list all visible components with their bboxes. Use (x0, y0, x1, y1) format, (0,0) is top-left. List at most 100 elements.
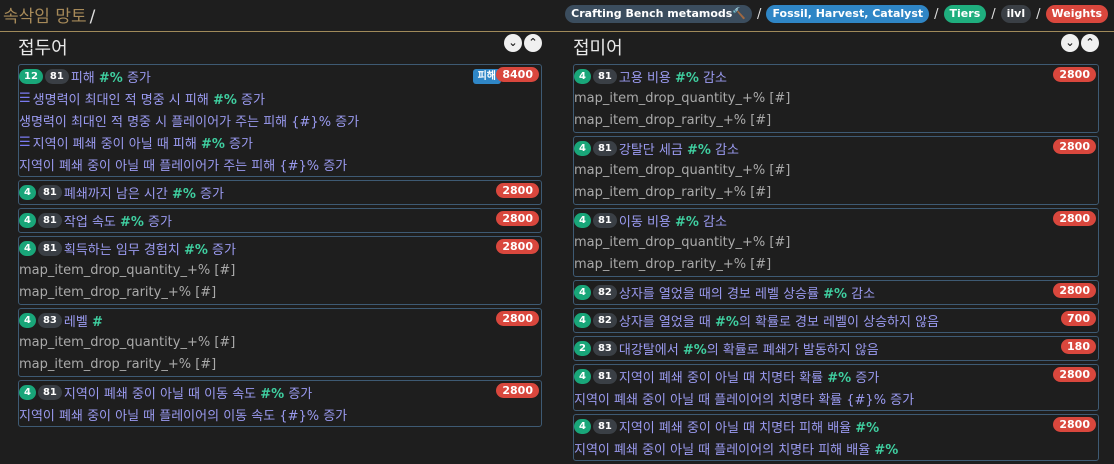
breadcrumb-gray-pill[interactable]: Crafting Bench metamods🔨 (565, 5, 753, 23)
mod-text: map_item_drop_rarity_+% [#] (19, 357, 216, 372)
expand-all-button[interactable]: ⌃ (1081, 34, 1099, 52)
mod-text: map_item_drop_rarity_+% [#] (19, 285, 216, 300)
mod-line: 지역이 폐쇄 중이 아닐 때 플레이어의 이동 속도 {#}% 증가 (19, 403, 541, 425)
mod-card[interactable]: 2 83 대강탈에서 #%의 확률로 폐쇄가 발동하지 않음 180 (573, 336, 1099, 361)
mod-line: 4 81 고용 비용 #% 감소 (574, 65, 1098, 87)
tier-badge: 4 (574, 68, 591, 84)
mod-text-pre: 지역이 폐쇄 중이 아닐 때 피해 (32, 136, 201, 152)
mod-text-pre: 작업 속도 (63, 214, 120, 230)
mod-text: 고용 비용 #% 감소 (619, 67, 727, 86)
mod-text-post: 의 확률로 폐쇄가 발동하지 않음 (706, 342, 879, 358)
ilvl-badge: 81 (592, 68, 617, 84)
mod-line: 12 81 피해 #% 증가 (19, 65, 541, 87)
mod-line: map_item_drop_quantity_+% [#] (574, 159, 1098, 181)
mod-text-pre: 대강탈에서 (618, 342, 683, 358)
mod-card[interactable]: 4 81 고용 비용 #% 감소 map_item_drop_quantity_+% … (573, 64, 1099, 133)
mod-text-pre: 고용 비용 (618, 70, 675, 86)
mod-line: 4 81 폐쇄까지 남은 시간 #% 증가 (19, 181, 541, 203)
tier-badge: 4 (574, 418, 591, 434)
mod-text: map_item_drop_quantity_+% [#] (574, 235, 790, 250)
weight-badge: 2800 (1053, 67, 1096, 82)
expand-all-button[interactable]: ⌃ (524, 34, 542, 52)
ilvl-badge: 81 (44, 68, 69, 84)
mod-text-post: 감소 (710, 142, 739, 158)
mod-text: 지역이 폐쇄 중이 아닐 때 이동 속도 #% 증가 (64, 383, 312, 402)
mod-text-post: 증가 (224, 136, 253, 152)
mod-card[interactable]: 4 81 작업 속도 #% 증가 2800 (18, 208, 542, 233)
mod-card[interactable]: 4 81 강탈단 세금 #% 감소 map_item_drop_quantity_+%… (573, 136, 1099, 205)
mod-text: 생명력이 최대인 적 명중 시 피해 #% 증가 (33, 89, 265, 108)
weight-badge: 2800 (1053, 417, 1096, 432)
mod-line: 4 81 획득하는 임무 경험치 #% 증가 (19, 237, 541, 259)
mod-text-pre: 지역이 폐쇄 중이 아닐 때 이동 속도 (63, 386, 261, 402)
mod-card[interactable]: 12 81 피해 #% 증가 ☰ 생명력이 최대인 적 명중 시 피해 #% 증가 생명력… (18, 64, 542, 177)
mod-card[interactable]: 4 81 지역이 폐쇄 중이 아닐 때 치명타 확률 #% 증가 지역이 폐쇄 중이 … (573, 364, 1099, 411)
weight-badge: 2800 (1053, 367, 1096, 382)
mod-text-pre: 생명력이 최대인 적 명중 시 플레이어가 주는 피해 {#}% 증가 (19, 114, 360, 130)
mod-text: 지역이 폐쇄 중이 아닐 때 플레이어의 치명타 확률 {#}% 증가 (574, 389, 914, 408)
mod-text: map_item_drop_rarity_+% [#] (574, 185, 771, 200)
mod-text-pre: 지역이 폐쇄 중이 아닐 때 플레이어의 치명타 피해 배율 (574, 442, 875, 458)
breadcrumb-red-pill[interactable]: Weights (1045, 5, 1108, 23)
collapse-all-button[interactable]: ⌄ (1061, 34, 1079, 52)
mod-text: map_item_drop_rarity_+% [#] (574, 113, 771, 128)
list-icon: ☰ (19, 134, 31, 150)
mod-text: map_item_drop_quantity_+% [#] (574, 91, 790, 106)
mod-card[interactable]: 4 81 획득하는 임무 경험치 #% 증가 map_item_drop_quanti… (18, 236, 542, 305)
mod-text: 폐쇄까지 남은 시간 #% 증가 (64, 183, 224, 202)
mod-text: 생명력이 최대인 적 명중 시 플레이어가 주는 피해 {#}% 증가 (19, 111, 359, 130)
mod-text-post: 증가 (207, 242, 236, 258)
mod-text: 지역이 폐쇄 중이 아닐 때 플레이어의 이동 속도 {#}% 증가 (19, 405, 347, 424)
mod-value-placeholder: #% (98, 70, 123, 86)
breadcrumb-separator: / (757, 6, 762, 22)
mod-card[interactable]: 4 81 이동 비용 #% 감소 map_item_drop_quantity_+% … (573, 208, 1099, 277)
mod-line: 4 81 작업 속도 #% 증가 (19, 209, 541, 231)
weight-badge: 2800 (496, 311, 539, 326)
mod-card[interactable]: 4 81 지역이 폐쇄 중이 아닐 때 이동 속도 #% 증가 지역이 폐쇄 중이 아… (18, 380, 542, 427)
tier-badge: 4 (574, 212, 591, 228)
prefix-list: 12 81 피해 #% 증가 ☰ 생명력이 최대인 적 명중 시 피해 #% 증가 생명력… (18, 64, 542, 427)
tier-badge: 4 (19, 240, 36, 256)
mod-line: 4 83 레벨 # (19, 309, 541, 331)
mod-text-pre: map_item_drop_quantity_+% [#] (19, 334, 236, 350)
mod-line: 생명력이 최대인 적 명중 시 플레이어가 주는 피해 {#}% 증가 (19, 109, 541, 131)
weight-badge: 2800 (496, 383, 539, 398)
mod-text-pre: map_item_drop_rarity_+% [#] (19, 284, 217, 300)
breadcrumb-blue-pill[interactable]: Fossil, Harvest, Catalyst (766, 5, 930, 23)
mod-text-post: 증가 (851, 370, 880, 386)
breadcrumb: Crafting Bench metamods🔨 / Fossil, Harvest… (565, 5, 1108, 23)
mod-card[interactable]: 4 82 상자를 열었을 때의 경보 레벨 상승률 #% 감소 2800 (573, 280, 1099, 305)
mod-value-placeholder: #% (212, 92, 237, 108)
mod-line: map_item_drop_rarity_+% [#] (19, 281, 541, 303)
mod-text: 지역이 폐쇄 중이 아닐 때 치명타 확률 #% 증가 (619, 367, 879, 386)
mod-card[interactable]: 4 83 레벨 # map_item_drop_quantity_+% [#] map_… (18, 308, 542, 377)
mod-text: 이동 비용 #% 감소 (619, 211, 727, 230)
breadcrumb-dark-pill[interactable]: ilvl (1000, 5, 1032, 23)
mod-line: map_item_drop_quantity_+% [#] (574, 87, 1098, 109)
mod-line: map_item_drop_quantity_+% [#] (19, 259, 541, 281)
mod-card[interactable]: 4 81 지역이 폐쇄 중이 아닐 때 치명타 피해 배율 #% 지역이 폐쇄 중이 … (573, 414, 1099, 461)
weight-badge: 2800 (496, 183, 539, 198)
mod-value-placeholder: #% (183, 242, 208, 258)
title-separator: / (89, 7, 96, 27)
mod-card[interactable]: 4 82 상자를 열었을 때 #%의 확률로 경보 레벨이 상승하지 않음 700 (573, 308, 1099, 333)
mod-card[interactable]: 4 81 폐쇄까지 남은 시간 #% 증가 2800 (18, 180, 542, 205)
mod-value-placeholder: #% (675, 70, 699, 86)
breadcrumb-green-pill[interactable]: Tiers (943, 5, 987, 23)
mod-value-placeholder: #% (200, 136, 225, 152)
ilvl-badge: 82 (592, 284, 617, 300)
ilvl-badge: 81 (592, 418, 617, 434)
mod-line: 지역이 폐쇄 중이 아닐 때 플레이어의 치명타 확률 {#}% 증가 (574, 387, 1098, 409)
ilvl-badge: 81 (37, 212, 62, 228)
mod-line: map_item_drop_rarity_+% [#] (574, 253, 1098, 275)
mod-line: ☰ 생명력이 최대인 적 명중 시 피해 #% 증가 (19, 87, 541, 109)
mod-text-pre: 상자를 열었을 때의 경보 레벨 상승률 (618, 286, 824, 302)
mod-text-pre: 지역이 폐쇄 중이 아닐 때 플레이어의 이동 속도 {#}% 증가 (19, 408, 348, 424)
collapse-all-button[interactable]: ⌄ (504, 34, 522, 52)
ilvl-badge: 81 (37, 184, 62, 200)
page-title: 속삭임 망토 / (3, 2, 95, 27)
suffix-header: 접미어 ⌄ ⌃ (573, 32, 1099, 64)
mod-line: map_item_drop_rarity_+% [#] (19, 353, 541, 375)
mod-text-post: 증가 (143, 214, 172, 230)
mod-text: 획득하는 임무 경험치 #% 증가 (64, 239, 236, 258)
